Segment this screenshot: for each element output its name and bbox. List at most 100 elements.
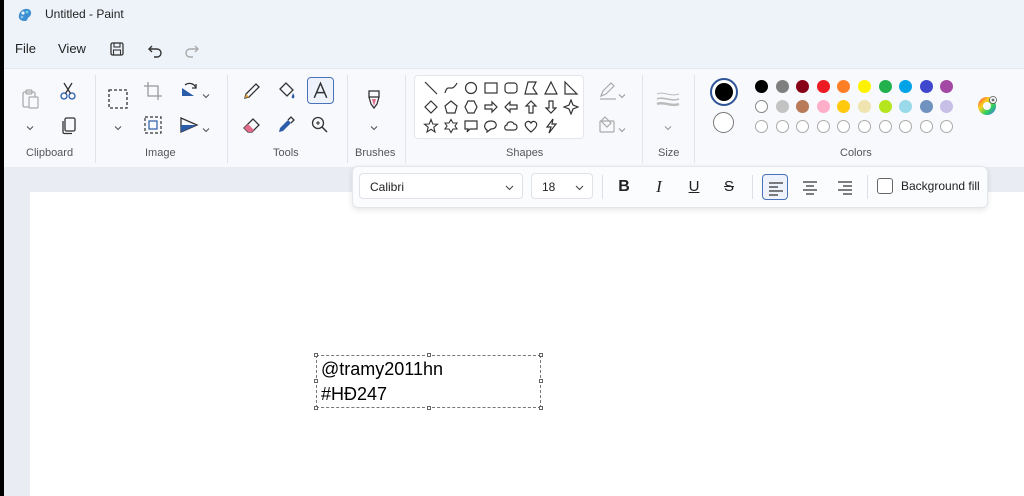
undo-icon[interactable]	[145, 38, 167, 60]
color-swatch[interactable]	[899, 100, 913, 113]
color-swatch[interactable]	[899, 80, 913, 93]
color-swatch[interactable]	[816, 100, 830, 113]
custom-color-slot[interactable]	[899, 120, 913, 133]
custom-color-slot[interactable]	[940, 120, 954, 133]
resize-handle[interactable]	[539, 353, 543, 357]
resize-icon[interactable]	[141, 113, 165, 137]
flip-chevron-icon[interactable]	[202, 121, 210, 133]
drawing-canvas[interactable]	[30, 192, 1024, 496]
outline-chevron-icon[interactable]	[618, 87, 626, 99]
color-swatch[interactable]	[755, 100, 768, 113]
color-swatch[interactable]	[837, 80, 851, 93]
triangle-shape-icon[interactable]	[543, 80, 559, 96]
bold-button[interactable]: B	[611, 174, 637, 200]
resize-handle[interactable]	[427, 406, 431, 410]
line-shape-icon[interactable]	[423, 80, 439, 96]
custom-color-slot[interactable]	[919, 120, 933, 133]
view-menu[interactable]: View	[58, 41, 86, 56]
cut-icon[interactable]	[56, 79, 80, 103]
oval-callout-shape-icon[interactable]	[483, 118, 499, 134]
underline-button[interactable]: U	[681, 174, 707, 200]
rounded-rectangle-shape-icon[interactable]	[503, 80, 519, 96]
select-icon[interactable]	[106, 87, 130, 111]
color-swatch[interactable]	[775, 100, 789, 113]
color-swatch[interactable]	[858, 80, 871, 93]
four-point-star-shape-icon[interactable]	[563, 99, 579, 115]
custom-color-slot[interactable]	[858, 120, 871, 133]
italic-button[interactable]: I	[646, 174, 672, 200]
custom-color-slot[interactable]	[775, 120, 789, 133]
paste-chevron-icon[interactable]	[26, 119, 34, 131]
color-swatch[interactable]	[796, 100, 810, 113]
fill-chevron-icon[interactable]	[618, 121, 626, 133]
color-swatch[interactable]	[858, 100, 871, 113]
flip-icon[interactable]	[177, 113, 201, 137]
secondary-color-swatch[interactable]	[713, 112, 734, 133]
align-center-icon[interactable]	[797, 174, 823, 200]
text-tool-icon[interactable]	[307, 77, 334, 104]
resize-handle[interactable]	[539, 379, 543, 383]
curve-shape-icon[interactable]	[443, 80, 459, 96]
select-chevron-icon[interactable]	[114, 119, 122, 131]
color-swatch[interactable]	[940, 100, 954, 113]
custom-color-slot[interactable]	[816, 120, 830, 133]
color-swatch[interactable]	[837, 100, 851, 113]
size-chevron-icon[interactable]	[664, 119, 672, 131]
resize-handle[interactable]	[539, 406, 543, 410]
background-fill-checkbox[interactable]	[877, 178, 893, 194]
custom-color-slot[interactable]	[796, 120, 810, 133]
color-swatch[interactable]	[775, 80, 789, 93]
save-icon[interactable]	[106, 38, 128, 60]
up-arrow-shape-icon[interactable]	[523, 99, 539, 115]
text-box[interactable]: @tramy2011hn #HĐ247	[314, 353, 543, 410]
outline-icon[interactable]	[596, 79, 620, 103]
color-swatch[interactable]	[919, 80, 933, 93]
primary-color-selector[interactable]	[710, 78, 738, 106]
font-size-dropdown[interactable]: 18	[531, 173, 593, 199]
resize-handle[interactable]	[427, 353, 431, 357]
file-menu[interactable]: File	[15, 41, 36, 56]
rectangle-shape-icon[interactable]	[483, 80, 499, 96]
resize-handle[interactable]	[314, 406, 318, 410]
color-swatch[interactable]	[755, 80, 768, 93]
six-point-star-shape-icon[interactable]	[443, 118, 459, 134]
fill-icon[interactable]	[596, 113, 620, 137]
brush-icon[interactable]	[362, 87, 386, 111]
color-picker-icon[interactable]	[274, 113, 298, 137]
resize-handle[interactable]	[314, 379, 318, 383]
five-point-star-shape-icon[interactable]	[423, 118, 439, 134]
cloud-callout-shape-icon[interactable]	[503, 118, 519, 134]
rotate-icon[interactable]	[177, 79, 201, 103]
oval-shape-icon[interactable]	[463, 80, 479, 96]
align-left-icon[interactable]	[762, 174, 788, 200]
copy-icon[interactable]	[56, 113, 80, 137]
resize-handle[interactable]	[314, 353, 318, 357]
eraser-icon[interactable]	[240, 113, 264, 137]
color-swatch[interactable]	[940, 80, 954, 93]
color-swatch[interactable]	[919, 100, 933, 113]
custom-color-slot[interactable]	[878, 120, 892, 133]
left-arrow-shape-icon[interactable]	[503, 99, 519, 115]
color-swatch[interactable]	[816, 80, 830, 93]
fill-bucket-icon[interactable]	[274, 79, 298, 103]
brush-chevron-icon[interactable]	[370, 119, 378, 131]
color-swatch[interactable]	[878, 100, 892, 113]
crop-icon[interactable]	[141, 79, 165, 103]
lightning-shape-icon[interactable]	[543, 118, 559, 134]
rectangular-callout-shape-icon[interactable]	[463, 118, 479, 134]
pencil-icon[interactable]	[240, 79, 264, 103]
polygon-shape-icon[interactable]	[523, 80, 539, 96]
paste-icon[interactable]	[18, 87, 42, 111]
font-family-dropdown[interactable]: Calibri	[359, 173, 523, 199]
hexagon-shape-icon[interactable]	[463, 99, 479, 115]
pentagon-shape-icon[interactable]	[443, 99, 459, 115]
rotate-chevron-icon[interactable]	[202, 87, 210, 99]
color-swatch[interactable]	[878, 80, 892, 93]
color-swatch[interactable]	[796, 80, 810, 93]
align-right-icon[interactable]	[832, 174, 858, 200]
heart-shape-icon[interactable]	[523, 118, 539, 134]
strikethrough-button[interactable]: S	[716, 174, 742, 200]
magnifier-icon[interactable]	[308, 113, 332, 137]
diamond-shape-icon[interactable]	[423, 99, 439, 115]
right-arrow-shape-icon[interactable]	[483, 99, 499, 115]
